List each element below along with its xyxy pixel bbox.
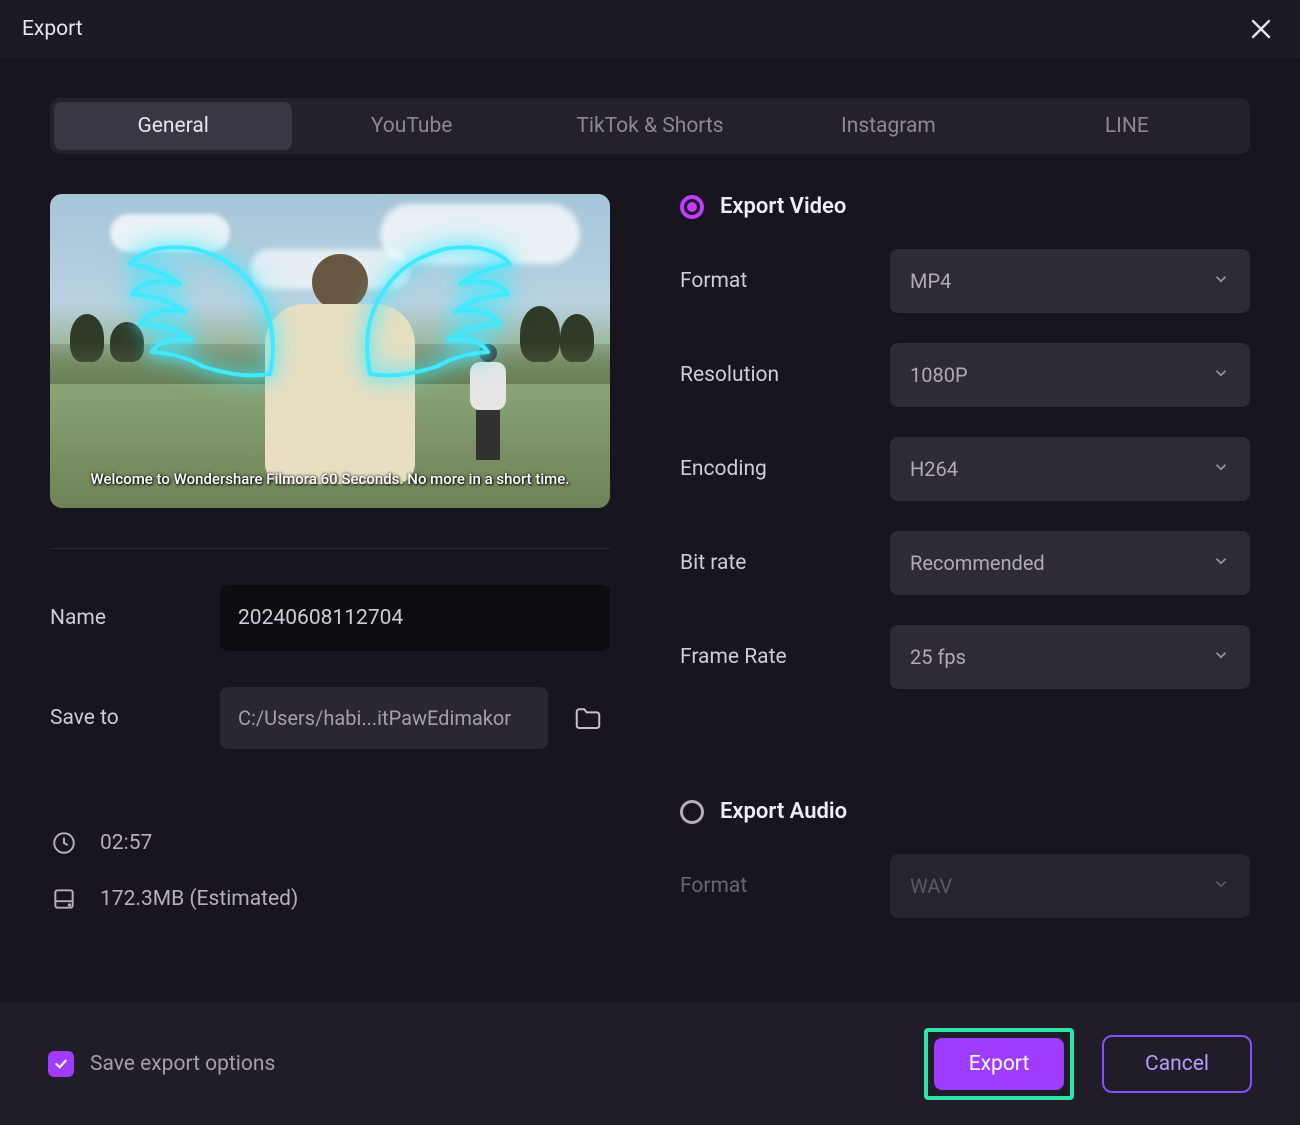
- name-label: Name: [50, 606, 220, 630]
- file-stats: 02:57 172.3MB (Estimated): [50, 829, 610, 913]
- close-button[interactable]: [1244, 12, 1278, 46]
- framerate-label: Frame Rate: [680, 645, 890, 669]
- format-select[interactable]: MP4: [890, 249, 1250, 313]
- tab-youtube[interactable]: YouTube: [292, 102, 530, 150]
- resolution-row: Resolution 1080P: [680, 343, 1250, 407]
- export-video-heading: Export Video: [720, 194, 846, 219]
- clock-icon: [50, 829, 78, 857]
- framerate-row: Frame Rate 25 fps: [680, 625, 1250, 689]
- title-bar: Export: [0, 0, 1300, 58]
- encoding-label: Encoding: [680, 457, 890, 481]
- export-button[interactable]: Export: [934, 1038, 1064, 1090]
- export-audio-heading: Export Audio: [720, 799, 847, 824]
- duration-value: 02:57: [100, 831, 152, 855]
- bitrate-label: Bit rate: [680, 551, 890, 575]
- content-area: General YouTube TikTok & Shorts Instagra…: [0, 58, 1300, 968]
- chevron-down-icon: [1212, 457, 1230, 481]
- chevron-down-icon: [1212, 645, 1230, 669]
- size-value: 172.3MB (Estimated): [100, 887, 298, 911]
- resolution-value: 1080P: [910, 363, 968, 387]
- disk-icon: [50, 885, 78, 913]
- audio-format-label: Format: [680, 874, 890, 898]
- save-to-path[interactable]: C:/Users/habi...itPawEdimakor: [220, 687, 548, 749]
- folder-icon: [573, 703, 603, 733]
- window-title: Export: [22, 17, 83, 41]
- duration-row: 02:57: [50, 829, 610, 857]
- export-button-highlight: Export: [924, 1028, 1074, 1100]
- save-options-label: Save export options: [90, 1052, 275, 1076]
- chevron-down-icon: [1212, 551, 1230, 575]
- save-to-row: Save to C:/Users/habi...itPawEdimakor: [50, 687, 610, 749]
- bitrate-value: Recommended: [910, 551, 1045, 575]
- chevron-down-icon: [1212, 269, 1230, 293]
- export-video-radio[interactable]: [680, 195, 704, 219]
- export-tabs: General YouTube TikTok & Shorts Instagra…: [50, 98, 1250, 154]
- footer-bar: Save export options Export Cancel: [0, 1003, 1300, 1125]
- tab-instagram[interactable]: Instagram: [769, 102, 1007, 150]
- resolution-label: Resolution: [680, 363, 890, 387]
- name-input[interactable]: [220, 585, 610, 651]
- bitrate-select[interactable]: Recommended: [890, 531, 1250, 595]
- save-to-label: Save to: [50, 706, 220, 730]
- tab-tiktok-shorts[interactable]: TikTok & Shorts: [531, 102, 769, 150]
- format-label: Format: [680, 269, 890, 293]
- save-options-checkbox[interactable]: [48, 1051, 74, 1077]
- audio-format-value: WAV: [910, 874, 952, 898]
- chevron-down-icon: [1212, 363, 1230, 387]
- size-row: 172.3MB (Estimated): [50, 885, 610, 913]
- format-row: Format MP4: [680, 249, 1250, 313]
- encoding-row: Encoding H264: [680, 437, 1250, 501]
- audio-format-select: WAV: [890, 854, 1250, 918]
- check-icon: [53, 1056, 69, 1072]
- bitrate-row: Bit rate Recommended: [680, 531, 1250, 595]
- framerate-value: 25 fps: [910, 645, 966, 669]
- cancel-button[interactable]: Cancel: [1102, 1035, 1252, 1093]
- encoding-value: H264: [910, 457, 958, 481]
- tab-general[interactable]: General: [54, 102, 292, 150]
- export-audio-header: Export Audio: [680, 799, 1250, 824]
- resolution-select[interactable]: 1080P: [890, 343, 1250, 407]
- preview-caption: Welcome to Wondershare Filmora 60 Second…: [50, 470, 610, 488]
- close-icon: [1250, 18, 1272, 40]
- audio-format-row: Format WAV: [680, 854, 1250, 918]
- name-row: Name: [50, 585, 610, 651]
- framerate-select[interactable]: 25 fps: [890, 625, 1250, 689]
- export-video-header: Export Video: [680, 194, 1250, 219]
- video-preview: Welcome to Wondershare Filmora 60 Second…: [50, 194, 610, 508]
- export-audio-radio[interactable]: [680, 800, 704, 824]
- tab-line[interactable]: LINE: [1008, 102, 1246, 150]
- format-value: MP4: [910, 269, 951, 293]
- browse-folder-button[interactable]: [566, 696, 610, 740]
- encoding-select[interactable]: H264: [890, 437, 1250, 501]
- chevron-down-icon: [1212, 874, 1230, 898]
